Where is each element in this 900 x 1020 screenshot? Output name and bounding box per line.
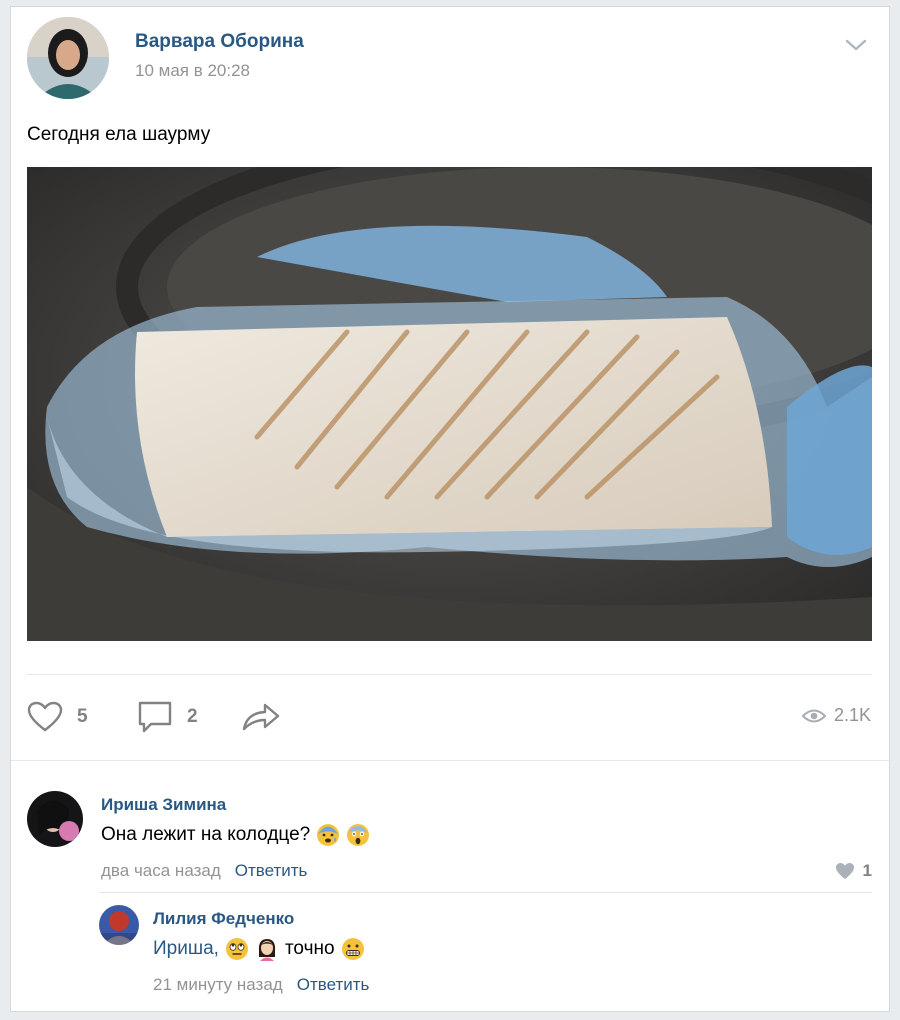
comment-icon: [138, 701, 172, 733]
reply-time[interactable]: 21 минуту назад: [153, 975, 283, 995]
reply-text: точно: [284, 938, 335, 959]
author-avatar[interactable]: [27, 17, 109, 99]
comment-count: 2: [187, 706, 198, 727]
reply-meta: 21 минуту назад Ответить: [153, 975, 369, 995]
chevron-down-icon[interactable]: [843, 35, 869, 55]
heart-icon: [27, 701, 63, 732]
divider: [27, 674, 872, 675]
post-card: Варвара Оборина 10 мая в 20:28 Сегодня е…: [10, 6, 890, 1012]
share-arrow-icon: [242, 703, 280, 731]
comment-time[interactable]: два часа назад: [101, 861, 221, 881]
heart-icon: [835, 863, 854, 879]
comment-like-button[interactable]: 1: [835, 861, 872, 881]
grimacing-face-emoji: [341, 938, 364, 960]
eye-icon: [801, 709, 826, 722]
divider: [11, 760, 889, 761]
replier-avatar[interactable]: [99, 905, 139, 945]
comment-text: Она лежит на колодце?: [101, 824, 311, 845]
comment-text-row: Она лежит на колодце?: [101, 823, 370, 847]
like-button[interactable]: 5: [27, 699, 88, 735]
comment-button[interactable]: 2: [137, 699, 198, 735]
divider: [99, 892, 872, 893]
comment-like-count: 1: [862, 861, 872, 880]
rolling-eyes-emoji: [225, 938, 248, 960]
share-button[interactable]: [241, 699, 281, 735]
reply-mention[interactable]: Ириша,: [153, 938, 219, 960]
anxious-face-emoji: [317, 824, 340, 846]
commenter-avatar[interactable]: [27, 791, 83, 847]
views-counter: 2.1K: [801, 705, 871, 726]
reply-button[interactable]: Ответить: [235, 861, 308, 881]
reply-text-row: Ириша, точно: [153, 937, 365, 961]
woman-emoji: [258, 939, 276, 961]
screaming-face-emoji: [347, 824, 370, 846]
views-count: 2.1K: [833, 705, 871, 725]
replier-name[interactable]: Лилия Федченко: [153, 909, 294, 929]
post-date[interactable]: 10 мая в 20:28: [135, 61, 250, 81]
like-count: 5: [77, 706, 88, 727]
commenter-name[interactable]: Ириша Зимина: [101, 795, 226, 815]
post-author-name[interactable]: Варвара Оборина: [135, 31, 304, 53]
post-photo[interactable]: [27, 167, 872, 641]
post-text: Сегодня ела шаурму: [27, 124, 211, 145]
comment-meta: два часа назад Ответить: [101, 861, 307, 881]
reply-button[interactable]: Ответить: [297, 975, 370, 995]
